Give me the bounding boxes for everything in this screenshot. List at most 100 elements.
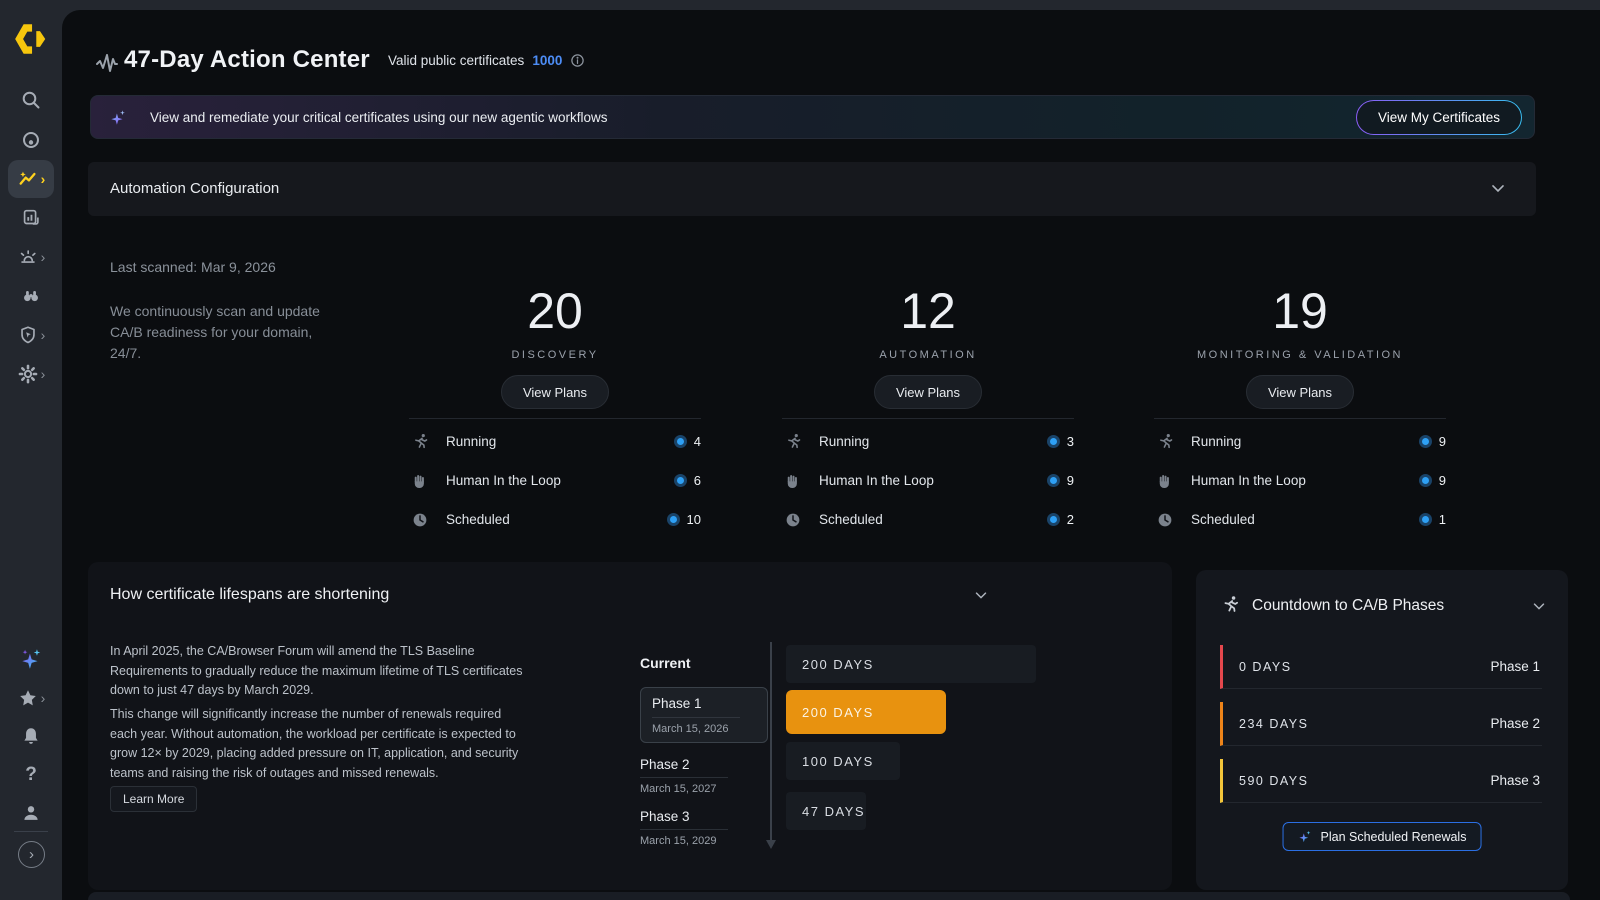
agentic-workflows-banner: View and remediate your critical certifi… xyxy=(90,95,1535,139)
bottom-strip xyxy=(88,892,1570,900)
view-plans-button[interactable]: View Plans xyxy=(1246,375,1354,409)
count-dot xyxy=(1419,474,1432,487)
count-value: 3 xyxy=(1067,434,1074,449)
countdown-phase: Phase 2 xyxy=(1490,716,1540,731)
clock-icon xyxy=(782,511,804,529)
countdown-row: 590 DAYS Phase 3 xyxy=(1220,759,1542,803)
expand-icon[interactable]: › xyxy=(18,841,45,868)
notifications-icon[interactable] xyxy=(0,725,62,747)
lifespan-bars: 200 DAYS 200 DAYS 100 DAYS 47 DAYS xyxy=(786,645,1036,830)
panel-title: How certificate lifespans are shortening xyxy=(110,586,389,604)
banner-message: View and remediate your critical certifi… xyxy=(150,110,607,125)
chevron-right-icon: › xyxy=(41,172,46,186)
sidebar-item-action-center[interactable]: › xyxy=(8,160,54,198)
view-plans-button[interactable]: View Plans xyxy=(501,375,609,409)
target-icon[interactable] xyxy=(0,129,62,151)
stat-row-human-in-the-loop: Human In the Loop 9 xyxy=(1154,461,1446,500)
certs-value[interactable]: 1000 xyxy=(532,53,562,68)
count-value: 1 xyxy=(1439,512,1446,527)
stat-row-running: Running 3 xyxy=(782,422,1074,461)
sidebar: › › › xyxy=(0,0,62,900)
phase-item[interactable]: Phase 3 March 15, 2029 xyxy=(640,808,768,847)
sidebar-divider xyxy=(14,831,48,832)
divider xyxy=(652,717,740,718)
stat-row-scheduled: Scheduled 1 xyxy=(1154,500,1446,539)
stat-row-running: Running 4 xyxy=(409,422,701,461)
stat-label: DISCOVERY xyxy=(409,349,701,361)
stat-row-scheduled: Scheduled 2 xyxy=(782,500,1074,539)
stat-count: 20 xyxy=(409,286,701,336)
plan-scheduled-renewals-button[interactable]: Plan Scheduled Renewals xyxy=(1283,822,1482,851)
divider xyxy=(1154,418,1446,419)
search-icon[interactable] xyxy=(0,89,62,111)
lifespans-panel: How certificate lifespans are shortening… xyxy=(88,562,1172,890)
phase-item-selected[interactable]: Phase 1 March 15, 2026 xyxy=(640,687,768,743)
count-dot xyxy=(1047,474,1060,487)
chevron-down-icon[interactable] xyxy=(1530,597,1548,615)
brand-logo-icon[interactable] xyxy=(0,20,62,58)
countdown-panel: Countdown to CA/B Phases 0 DAYS Phase 1 … xyxy=(1196,570,1568,890)
alerts-icon[interactable]: › xyxy=(0,246,62,268)
last-scanned-text: Last scanned: Mar 9, 2026 xyxy=(110,259,276,275)
stat-label: MONITORING & VALIDATION xyxy=(1154,349,1446,361)
phase-list: Current Phase 1 March 15, 2026 Phase 2 M… xyxy=(640,655,768,847)
runner-icon xyxy=(409,432,431,451)
hand-icon xyxy=(782,472,804,490)
view-plans-button[interactable]: View Plans xyxy=(874,375,982,409)
main-content: 47-Day Action Center Valid public certif… xyxy=(62,10,1600,900)
stat-count: 19 xyxy=(1154,286,1446,336)
hand-icon xyxy=(409,472,431,490)
stat-column-discovery: 20 DISCOVERY View Plans Running 4 xyxy=(409,286,701,539)
count-value: 6 xyxy=(694,473,701,488)
stat-row-human-in-the-loop: Human In the Loop 6 xyxy=(409,461,701,500)
runner-icon xyxy=(1154,432,1176,451)
lifespan-bar: 200 DAYS xyxy=(786,645,1036,683)
learn-more-button[interactable]: Learn More xyxy=(110,786,197,812)
count-dot xyxy=(674,435,687,448)
ai-sparkles-icon[interactable] xyxy=(0,646,62,672)
lifespans-paragraph-2: This change will significantly increase … xyxy=(110,705,530,784)
page-title: 47-Day Action Center xyxy=(124,46,370,74)
help-icon[interactable]: ? xyxy=(0,764,62,786)
countdown-row: 234 DAYS Phase 2 xyxy=(1220,702,1542,746)
info-icon[interactable] xyxy=(570,53,585,68)
count-value: 9 xyxy=(1439,434,1446,449)
favorites-icon[interactable]: › xyxy=(0,687,62,709)
sparkle-icon xyxy=(109,108,128,127)
certs-label: Valid public certificates xyxy=(388,53,524,68)
chevron-down-icon[interactable] xyxy=(972,586,990,604)
divider xyxy=(782,418,1074,419)
runner-icon xyxy=(1220,594,1241,615)
policy-icon[interactable]: › xyxy=(0,324,62,346)
runner-icon xyxy=(782,432,804,451)
current-label: Current xyxy=(640,655,768,671)
lifespan-bar: 100 DAYS xyxy=(786,742,900,780)
automation-configuration-section[interactable]: Automation Configuration xyxy=(88,162,1536,216)
countdown-days: 234 DAYS xyxy=(1239,717,1308,731)
count-dot xyxy=(667,513,680,526)
settings-icon[interactable]: › xyxy=(0,363,62,385)
discovery-icon[interactable] xyxy=(0,285,62,307)
hand-icon xyxy=(1154,472,1176,490)
stat-column-automation: 12 AUTOMATION View Plans Running 3 xyxy=(782,286,1074,539)
clock-icon xyxy=(1154,511,1176,529)
count-value: 9 xyxy=(1067,473,1074,488)
count-dot xyxy=(1419,435,1432,448)
countdown-phase: Phase 3 xyxy=(1490,773,1540,788)
account-icon[interactable] xyxy=(0,802,62,824)
view-my-certificates-button[interactable]: View My Certificates xyxy=(1356,100,1522,135)
reports-icon[interactable] xyxy=(0,207,62,229)
chevron-right-icon: › xyxy=(41,691,46,705)
sparkle-icon xyxy=(1298,829,1313,844)
chevron-right-icon: › xyxy=(41,367,46,381)
phase-item[interactable]: Phase 2 March 15, 2027 xyxy=(640,756,768,795)
count-dot xyxy=(1419,513,1432,526)
timeline-arrow xyxy=(770,642,772,840)
count-value: 4 xyxy=(694,434,701,449)
workflows-icon xyxy=(17,168,39,190)
count-value: 10 xyxy=(687,512,701,527)
chevron-down-icon[interactable] xyxy=(1488,178,1508,198)
lifespan-bar-highlighted: 200 DAYS xyxy=(786,690,946,734)
lifespan-bar: 47 DAYS xyxy=(786,792,866,830)
section-title: Automation Configuration xyxy=(110,180,279,197)
